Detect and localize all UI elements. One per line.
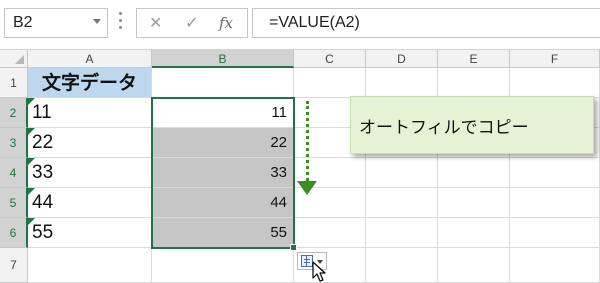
cell-d5[interactable] [366,188,438,218]
more-icon[interactable] [117,12,123,34]
cell-c6[interactable] [294,218,366,248]
error-triangle-icon [28,98,35,105]
checkmark-icon[interactable]: ✓ [185,13,198,32]
cell-a1[interactable]: 文字データ [28,68,152,98]
cell-e6[interactable] [438,218,510,248]
cell-a2-value: 11 [32,102,52,123]
cancel-icon[interactable]: ✕ [149,13,162,32]
row-header-1[interactable]: 1 [0,68,28,98]
mouse-cursor-icon [312,261,326,282]
column-header-e[interactable]: E [438,50,510,68]
cell-a5[interactable]: 44 [28,188,152,218]
name-box[interactable]: B2 [4,8,108,38]
cell-c1[interactable] [294,68,366,98]
cell-e7[interactable] [438,248,510,283]
cell-f7[interactable] [510,248,600,283]
cell-e1[interactable] [438,68,510,98]
spreadsheet-grid: A B C D E F 1 2 3 4 5 6 7 文字データ 11 22 33… [0,50,600,283]
row-header-3[interactable]: 3 [0,128,28,158]
formula-value: =VALUE(A2) [269,14,360,31]
callout-text: オートフィルでコピー [359,118,529,138]
fill-handle[interactable] [290,244,297,251]
cell-a6[interactable]: 55 [28,218,152,248]
column-header-f[interactable]: F [510,50,600,68]
row-header-6[interactable]: 6 [0,218,28,248]
cell-d7[interactable] [366,248,438,283]
cell-b5[interactable]: 44 [152,188,294,218]
cell-a2[interactable]: 11 [28,98,152,128]
column-header-d[interactable]: D [366,50,438,68]
row-header-4[interactable]: 4 [0,158,28,188]
name-box-value: B2 [13,14,33,31]
cell-a7[interactable] [28,248,152,283]
error-triangle-icon [28,158,35,165]
cell-a5-value: 44 [32,192,54,213]
cell-d6[interactable] [366,218,438,248]
row-header-5[interactable]: 5 [0,188,28,218]
cell-f6[interactable] [510,218,600,248]
cell-d4[interactable] [366,158,438,188]
error-triangle-icon [28,188,35,195]
error-triangle-icon [28,128,35,135]
cell-e4[interactable] [438,158,510,188]
cell-a6-value: 55 [32,222,54,243]
formula-bar: B2 ✕ ✓ fx =VALUE(A2) [0,0,600,50]
function-icon[interactable]: fx [219,14,233,32]
autofill-arrow-line [306,101,309,181]
arrow-down-icon [297,181,317,195]
cell-a3[interactable]: 22 [28,128,152,158]
error-triangle-icon [28,218,35,225]
autofill-callout: オートフィルでコピー [350,96,594,154]
cell-f1[interactable] [510,68,600,98]
cell-d1[interactable] [366,68,438,98]
column-header-c[interactable]: C [294,50,366,68]
cell-b6[interactable]: 55 [152,218,294,248]
column-header-a[interactable]: A [28,50,152,68]
formula-buttons: ✕ ✓ fx [136,8,248,38]
cell-a4-value: 33 [32,162,54,183]
column-header-b[interactable]: B [152,50,294,68]
cell-a4[interactable]: 33 [28,158,152,188]
cell-b1[interactable] [152,68,294,98]
formula-input[interactable]: =VALUE(A2) [252,8,600,38]
cell-b4[interactable]: 33 [152,158,294,188]
cell-b2[interactable]: 11 [152,98,294,128]
row-header-2[interactable]: 2 [0,98,28,128]
cell-e5[interactable] [438,188,510,218]
cell-a3-value: 22 [32,132,54,153]
cell-b7[interactable] [152,248,294,283]
cell-f5[interactable] [510,188,600,218]
select-all-button[interactable] [0,50,28,68]
chevron-down-icon[interactable] [93,19,101,24]
row-header-7[interactable]: 7 [0,248,28,283]
cell-b3[interactable]: 22 [152,128,294,158]
cell-f4[interactable] [510,158,600,188]
